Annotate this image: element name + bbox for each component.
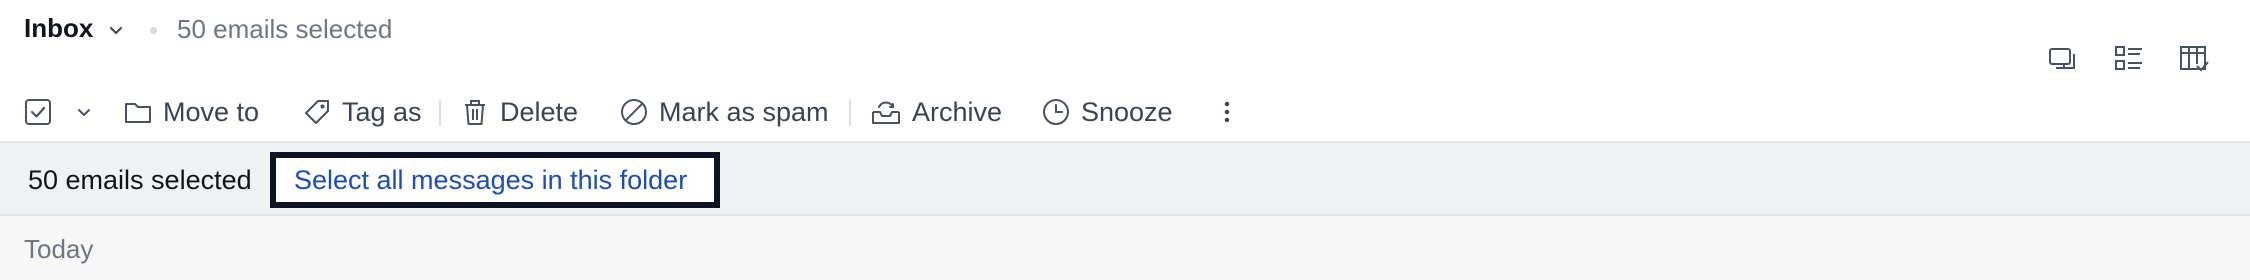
trash-icon xyxy=(465,100,485,125)
folder-icon xyxy=(125,103,151,123)
archive-icon xyxy=(872,101,900,124)
separator-dot xyxy=(150,27,157,34)
tag-icon xyxy=(305,100,329,124)
selection-banner: 50 emails selected Select all messages i… xyxy=(0,141,2250,216)
mark-as-spam-label: Mark as spam xyxy=(659,96,829,127)
delete-label: Delete xyxy=(500,96,579,127)
column-settings-icon[interactable] xyxy=(2177,42,2211,76)
toolbar-divider xyxy=(439,100,441,126)
move-to-label: Move to xyxy=(163,96,260,127)
chevron-down-icon xyxy=(78,109,90,116)
checkbox-checked-icon xyxy=(25,99,51,125)
chevron-down-icon[interactable] xyxy=(108,22,124,38)
archive-label: Archive xyxy=(912,96,1003,127)
folder-title[interactable]: Inbox xyxy=(24,13,93,44)
clock-icon xyxy=(1043,99,1069,125)
move-to-button[interactable]: Move to xyxy=(123,90,259,134)
mark-as-spam-button[interactable]: Mark as spam xyxy=(619,90,829,134)
more-actions-button[interactable] xyxy=(1219,90,1235,134)
select-all-in-folder-link[interactable]: Select all messages in this folder xyxy=(270,152,720,208)
tag-as-button[interactable]: Tag as xyxy=(302,90,422,134)
snooze-label: Snooze xyxy=(1081,96,1173,127)
date-group-header: Today xyxy=(0,216,2250,280)
archive-button[interactable]: Archive xyxy=(870,90,1002,134)
toolbar-divider xyxy=(849,100,851,126)
snooze-button[interactable]: Snooze xyxy=(1041,90,1173,134)
more-vertical-icon xyxy=(1224,101,1230,123)
block-icon xyxy=(621,99,647,125)
select-options-dropdown[interactable] xyxy=(76,90,92,134)
mail-header: Inbox 50 emails selected xyxy=(0,0,2250,62)
select-checkbox[interactable] xyxy=(24,90,52,134)
bulk-action-toolbar: Move to Tag as Delete Mark as spam Archi… xyxy=(0,90,2250,134)
selection-count: 50 emails selected xyxy=(177,14,393,44)
reading-pane-icon[interactable] xyxy=(2046,42,2080,76)
list-view-icon[interactable] xyxy=(2112,42,2146,76)
date-group-label: Today xyxy=(24,234,94,264)
banner-selection-count: 50 emails selected xyxy=(28,165,252,195)
delete-button[interactable]: Delete xyxy=(460,90,578,134)
tag-as-label: Tag as xyxy=(342,96,422,127)
